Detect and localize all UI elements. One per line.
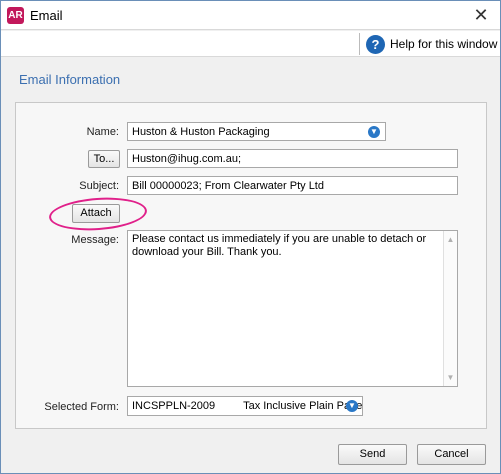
message-label: Message: (71, 234, 119, 246)
scroll-up-icon[interactable]: ▲ (444, 233, 457, 246)
chevron-down-icon[interactable]: ▼ (368, 126, 380, 138)
name-label: Name: (86, 126, 119, 138)
selected-form-label: Selected Form: (44, 401, 119, 413)
to-field[interactable]: Huston@ihug.com.au; (127, 149, 458, 168)
section-title: Email Information (19, 72, 121, 87)
name-combobox[interactable]: Huston & Huston Packaging ▼ (127, 122, 386, 141)
subject-field[interactable]: Bill 00000023; From Clearwater Pty Ltd (127, 176, 458, 195)
email-window: AR Email ✕ ? Help for this window Email … (0, 0, 501, 474)
send-button[interactable]: Send (338, 444, 407, 465)
message-value: Please contact us immediately if you are… (132, 233, 427, 258)
close-icon[interactable]: ✕ (470, 4, 492, 26)
help-link[interactable]: ? Help for this window (366, 34, 497, 54)
help-label: Help for this window (390, 37, 498, 51)
message-textarea[interactable]: Please contact us immediately if you are… (127, 230, 458, 387)
message-scrollbar[interactable]: ▲ ▼ (443, 231, 457, 386)
help-bar: ? Help for this window (1, 31, 500, 57)
selected-form-combobox[interactable]: INCSPPLN-2009 Tax Inclusive Plain Paper … (127, 396, 363, 416)
window-title: Email (30, 8, 63, 23)
toolbar-divider (359, 33, 360, 55)
chevron-down-icon[interactable]: ▼ (346, 400, 358, 412)
name-value: Huston & Huston Packaging (132, 126, 270, 138)
app-logo-icon: AR (7, 7, 24, 24)
to-button[interactable]: To... (88, 150, 120, 168)
selected-form-description: Tax Inclusive Plain Paper (243, 400, 363, 412)
scroll-down-icon[interactable]: ▼ (444, 371, 457, 384)
selected-form-code: INCSPPLN-2009 (132, 400, 216, 412)
help-icon: ? (366, 34, 385, 54)
subject-label: Subject: (79, 180, 119, 192)
cancel-button[interactable]: Cancel (417, 444, 486, 465)
title-bar: AR Email ✕ (1, 1, 500, 30)
